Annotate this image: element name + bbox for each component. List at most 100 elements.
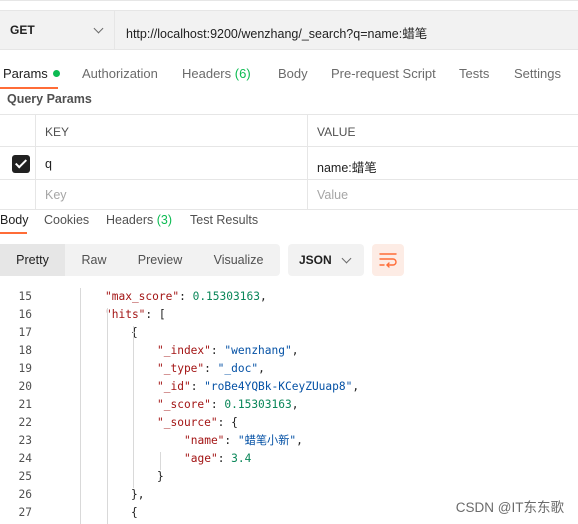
- line-number: 26: [18, 488, 32, 501]
- active-tab-underline: [0, 87, 58, 89]
- tab-response-body-label: Body: [0, 213, 29, 227]
- tab-headers-label: Headers: [182, 66, 232, 81]
- wrap-lines-button[interactable]: [372, 244, 404, 276]
- pretty-button[interactable]: Pretty: [0, 244, 65, 276]
- response-toolbar: Pretty Raw Preview Visualize JSON: [0, 244, 578, 276]
- code-content: "_id": "roBe4YQBk-KCeyZUuap8",: [157, 378, 359, 396]
- tab-cookies[interactable]: Cookies: [44, 213, 89, 227]
- json-separator: :: [190, 380, 205, 393]
- preview-button[interactable]: Preview: [123, 244, 197, 276]
- json-punctuation: ,: [291, 398, 299, 411]
- json-key: "max_score": [105, 290, 180, 303]
- top-border: [0, 0, 578, 1]
- json-separator: :: [204, 362, 218, 375]
- wrap-lines-icon: [379, 253, 397, 268]
- line-number: 23: [18, 434, 32, 447]
- json-key: "hits": [105, 308, 146, 321]
- json-value: 3.4: [231, 452, 252, 465]
- json-key: "_score": [157, 398, 211, 411]
- column-divider: [35, 115, 36, 146]
- indent-guide: [107, 308, 108, 524]
- json-key: "_source": [157, 416, 218, 429]
- url-input[interactable]: http://localhost:9200/wenzhang/_search?q…: [114, 10, 578, 50]
- json-separator: :: [145, 308, 159, 321]
- code-content: "_index": "wenzhang",: [157, 342, 298, 360]
- format-select[interactable]: JSON: [288, 244, 364, 276]
- tab-headers-count: (6): [234, 66, 251, 81]
- code-line: 25}: [0, 468, 578, 486]
- line-number: 21: [18, 398, 32, 411]
- code-content: "_type": "_doc",: [157, 360, 265, 378]
- json-value: "roBe4YQBk-KCeyZUuap8": [204, 380, 353, 393]
- tab-settings[interactable]: Settings: [514, 66, 561, 81]
- json-value: 0.15303163: [224, 398, 292, 411]
- raw-button[interactable]: Raw: [65, 244, 123, 276]
- tab-test-results-label: Test Results: [190, 213, 259, 227]
- json-punctuation: },: [131, 488, 145, 501]
- params-table: KEY VALUE q name:蜡笔 Key Value: [0, 114, 578, 210]
- code-line: 17 {: [0, 324, 578, 342]
- code-content: {: [131, 324, 138, 342]
- view-mode-group: Pretty Raw Preview Visualize: [0, 244, 280, 276]
- code-content: "_score": 0.15303163,: [157, 396, 298, 414]
- column-divider: [35, 180, 36, 209]
- tab-params[interactable]: Params: [3, 66, 60, 81]
- table-row-empty: Key Value: [0, 179, 578, 210]
- url-bar: GET http://localhost:9200/wenzhang/_sear…: [0, 10, 578, 50]
- json-key: "_id": [157, 380, 191, 393]
- tab-prerequest-script[interactable]: Pre-request Script: [331, 66, 436, 81]
- tab-authorization[interactable]: Authorization: [82, 66, 158, 81]
- code-content: },: [131, 486, 144, 504]
- line-number: 16: [18, 308, 32, 321]
- column-divider: [307, 115, 308, 146]
- method-select[interactable]: GET: [0, 10, 114, 50]
- params-active-dot: [52, 70, 60, 77]
- watermark: CSDN @IT东东歌: [455, 500, 564, 515]
- tab-cookies-label: Cookies: [44, 213, 90, 227]
- json-value: "_doc": [217, 362, 259, 375]
- param-key-field[interactable]: q: [45, 157, 52, 171]
- tab-body[interactable]: Body: [278, 66, 308, 81]
- checkbox-checked-icon[interactable]: [12, 155, 30, 173]
- response-code-view[interactable]: 15 "max_score": 0.15303163, 16 "hits": [17{…: [0, 288, 578, 524]
- code-content: "name": "蜡笔小新",: [184, 432, 303, 450]
- json-punctuation: ,: [258, 362, 265, 375]
- code-line: 21 "_score": 0.15303163,: [0, 396, 578, 414]
- tab-settings-label: Settings: [514, 66, 561, 81]
- json-punctuation: {: [231, 416, 238, 429]
- json-punctuation: ,: [291, 344, 299, 357]
- json-key: "_type": [157, 362, 205, 375]
- visualize-button[interactable]: Visualize: [197, 244, 280, 276]
- json-key: "age": [184, 452, 218, 465]
- new-key-input[interactable]: Key: [45, 188, 67, 202]
- tab-headers[interactable]: Headers (6): [182, 66, 251, 81]
- code-line: 15 "max_score": 0.15303163,: [0, 288, 578, 306]
- json-separator: :: [224, 434, 238, 447]
- json-separator: :: [217, 416, 232, 429]
- tab-params-label: Params: [3, 66, 48, 81]
- tab-response-headers[interactable]: Headers (3): [106, 213, 172, 227]
- line-number: 24: [18, 452, 32, 465]
- code-content: "max_score": 0.15303163,: [105, 288, 267, 306]
- code-line: 24 "age": 3.4: [0, 450, 578, 468]
- query-params-title: Query Params: [7, 92, 92, 106]
- json-separator: :: [210, 398, 225, 411]
- request-tabs: Params Authorization Headers (6) Body Pr…: [0, 60, 578, 89]
- tab-response-body[interactable]: Body: [0, 213, 29, 227]
- tab-response-headers-count: (3): [156, 213, 173, 227]
- code-content: "_source": {: [157, 414, 238, 432]
- line-number: 20: [18, 380, 32, 393]
- response-tabs: Body Cookies Headers (3) Test Results: [0, 210, 578, 234]
- json-punctuation: }: [157, 470, 164, 483]
- param-value-field[interactable]: name:蜡笔: [317, 157, 377, 176]
- tab-body-label: Body: [278, 66, 308, 81]
- json-punctuation: [: [158, 308, 166, 321]
- tab-tests[interactable]: Tests: [459, 66, 489, 81]
- tab-test-results[interactable]: Test Results: [190, 213, 258, 227]
- code-line: 18 "_index": "wenzhang",: [0, 342, 578, 360]
- json-value: "蜡笔小新": [237, 434, 297, 447]
- new-value-input[interactable]: Value: [317, 188, 348, 202]
- json-punctuation: {: [131, 326, 138, 339]
- line-number: 25: [18, 470, 32, 483]
- json-punctuation: ,: [259, 290, 267, 303]
